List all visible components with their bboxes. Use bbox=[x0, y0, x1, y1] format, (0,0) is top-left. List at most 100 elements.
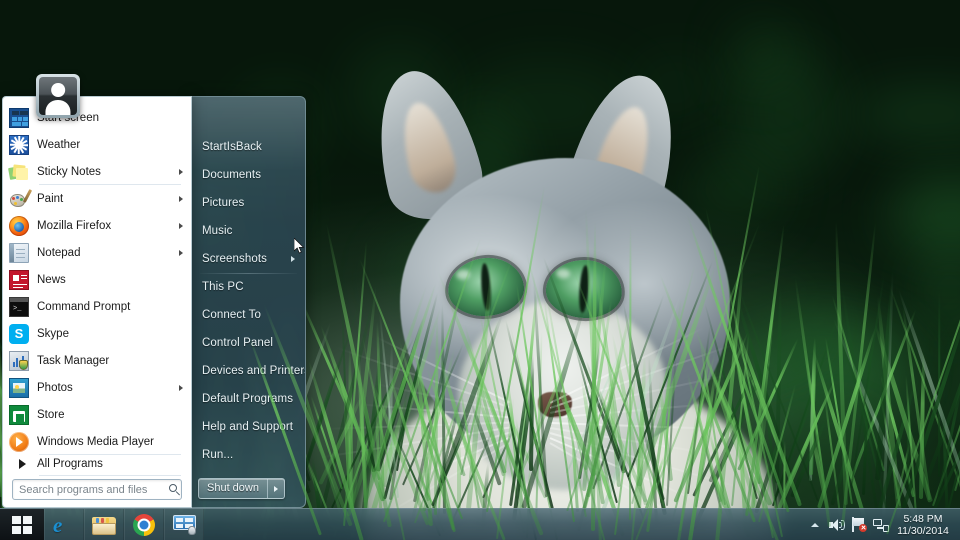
shut-down-options-arrow[interactable] bbox=[267, 479, 284, 498]
place-label: This PC bbox=[202, 281, 244, 293]
start-menu-place-item[interactable]: Screenshots bbox=[190, 245, 305, 273]
start-menu-program-item[interactable]: Mozilla Firefox bbox=[3, 212, 191, 239]
programs-list[interactable]: Start screen Weather Sticky Notes Paint Mozi… bbox=[3, 104, 191, 455]
place-label: Run... bbox=[202, 449, 233, 461]
start-screen-icon bbox=[9, 108, 29, 128]
store-icon bbox=[9, 405, 29, 425]
program-label: Store bbox=[37, 409, 65, 421]
task-manager-icon bbox=[9, 351, 29, 371]
file-explorer-icon bbox=[92, 515, 116, 535]
place-label: Pictures bbox=[202, 197, 244, 209]
start-menu-program-item[interactable]: Sticky Notes bbox=[3, 158, 191, 185]
program-label: Sticky Notes bbox=[37, 166, 101, 178]
search-icon bbox=[167, 482, 183, 498]
program-label: Weather bbox=[37, 139, 80, 151]
program-label: News bbox=[37, 274, 66, 286]
start-menu-place-item[interactable]: StartIsBack bbox=[190, 133, 305, 161]
search-input[interactable] bbox=[13, 484, 167, 496]
place-label: Screenshots bbox=[202, 253, 267, 265]
place-label: Default Programs bbox=[202, 393, 293, 405]
program-label: Paint bbox=[37, 193, 63, 205]
search-box[interactable] bbox=[12, 479, 182, 500]
start-menu-place-item[interactable]: Control Panel bbox=[190, 329, 305, 357]
paint-icon bbox=[9, 189, 29, 209]
taskbar-item-file-explorer[interactable] bbox=[84, 509, 124, 540]
skype-icon: S bbox=[9, 324, 29, 344]
chrome-icon bbox=[133, 514, 155, 536]
program-label: Mozilla Firefox bbox=[37, 220, 111, 232]
start-menu-place-item[interactable]: Music bbox=[190, 217, 305, 245]
desktop-screen: StartIsBack Documents Pictures Music Screens… bbox=[0, 0, 960, 540]
news-icon bbox=[9, 270, 29, 290]
start-menu-place-item[interactable]: Default Programs bbox=[190, 385, 305, 413]
start-menu-place-item[interactable]: Connect To bbox=[190, 301, 305, 329]
start-menu-place-item[interactable]: Help and Support bbox=[190, 413, 305, 441]
submenu-arrow-icon[interactable] bbox=[179, 196, 183, 202]
program-label: Skype bbox=[37, 328, 69, 340]
windows-media-player-icon bbox=[9, 432, 29, 452]
shutdown-row[interactable]: Shut down bbox=[190, 478, 306, 502]
weather-icon bbox=[9, 135, 29, 155]
windows-logo-icon bbox=[12, 516, 32, 534]
start-menu-place-item[interactable]: Pictures bbox=[190, 189, 305, 217]
start-menu-program-item[interactable]: Weather bbox=[3, 131, 191, 158]
submenu-arrow-icon[interactable] bbox=[291, 256, 295, 262]
search-area[interactable] bbox=[3, 479, 191, 500]
place-label: Control Panel bbox=[202, 337, 273, 349]
place-label: Documents bbox=[202, 169, 261, 181]
program-label: Windows Media Player bbox=[37, 436, 154, 448]
start-menu-program-item[interactable]: Paint bbox=[3, 185, 191, 212]
taskbar[interactable]: e bbox=[0, 508, 960, 540]
start-menu-program-item[interactable]: S Skype bbox=[3, 320, 191, 347]
shut-down-label: Shut down bbox=[199, 479, 267, 498]
program-label: Command Prompt bbox=[37, 301, 130, 313]
start-menu-program-item[interactable]: Store bbox=[3, 401, 191, 428]
firefox-icon bbox=[9, 216, 29, 236]
start-menu-program-item[interactable]: Notepad bbox=[3, 239, 191, 266]
taskbar-item-internet-explorer[interactable]: e bbox=[44, 509, 84, 540]
chevron-up-icon bbox=[811, 523, 819, 527]
flag-icon bbox=[851, 517, 867, 532]
clock[interactable]: 5:48 PM 11/30/2014 bbox=[892, 513, 956, 537]
start-menu-program-item[interactable]: Start screen bbox=[3, 104, 191, 131]
taskbar-item-control-panel[interactable] bbox=[164, 509, 204, 540]
program-label: Task Manager bbox=[37, 355, 109, 367]
start-menu-program-item[interactable]: Task Manager bbox=[3, 347, 191, 374]
place-label: StartIsBack bbox=[202, 141, 262, 153]
start-button[interactable] bbox=[0, 509, 44, 540]
submenu-arrow-icon[interactable] bbox=[179, 250, 183, 256]
submenu-arrow-icon[interactable] bbox=[179, 223, 183, 229]
control-panel-icon bbox=[173, 515, 196, 535]
show-hidden-icons-button[interactable] bbox=[804, 509, 826, 540]
start-menu-program-item[interactable]: >_ Command Prompt bbox=[3, 293, 191, 320]
start-menu-place-item[interactable]: This PC bbox=[190, 273, 305, 301]
all-programs-label: All Programs bbox=[37, 458, 103, 470]
start-menu-program-item[interactable]: News bbox=[3, 266, 191, 293]
photos-icon bbox=[9, 378, 29, 398]
internet-explorer-icon: e bbox=[53, 514, 75, 536]
program-label: Notepad bbox=[37, 247, 80, 259]
notepad-icon bbox=[9, 243, 29, 263]
start-menu-program-item[interactable]: Windows Media Player bbox=[3, 428, 191, 455]
start-menu-programs-panel[interactable]: Start screen Weather Sticky Notes Paint Mozi… bbox=[2, 96, 192, 508]
submenu-arrow-icon[interactable] bbox=[179, 385, 183, 391]
place-label: Music bbox=[202, 225, 233, 237]
sticky-notes-icon bbox=[9, 162, 29, 182]
command-prompt-icon: >_ bbox=[9, 297, 29, 317]
user-avatar[interactable] bbox=[36, 74, 80, 118]
taskbar-item-google-chrome[interactable] bbox=[124, 509, 164, 540]
all-programs-button[interactable]: All Programs bbox=[3, 452, 191, 476]
error-badge-icon bbox=[859, 524, 867, 532]
program-label: Photos bbox=[37, 382, 73, 394]
start-menu-program-item[interactable]: Photos bbox=[3, 374, 191, 401]
place-label: Connect To bbox=[202, 309, 261, 321]
places-list[interactable]: StartIsBack Documents Pictures Music Screens… bbox=[190, 133, 305, 469]
clock-date: 11/30/2014 bbox=[892, 525, 954, 537]
submenu-arrow-icon[interactable] bbox=[179, 169, 183, 175]
start-menu[interactable]: StartIsBack Documents Pictures Music Screens… bbox=[0, 96, 306, 508]
shut-down-button[interactable]: Shut down bbox=[198, 478, 285, 499]
internet-explorer-glyph: e bbox=[53, 513, 62, 537]
start-menu-place-item[interactable]: Documents bbox=[190, 161, 305, 189]
action-center-button[interactable] bbox=[848, 509, 870, 540]
chevron-right-icon bbox=[9, 454, 29, 474]
